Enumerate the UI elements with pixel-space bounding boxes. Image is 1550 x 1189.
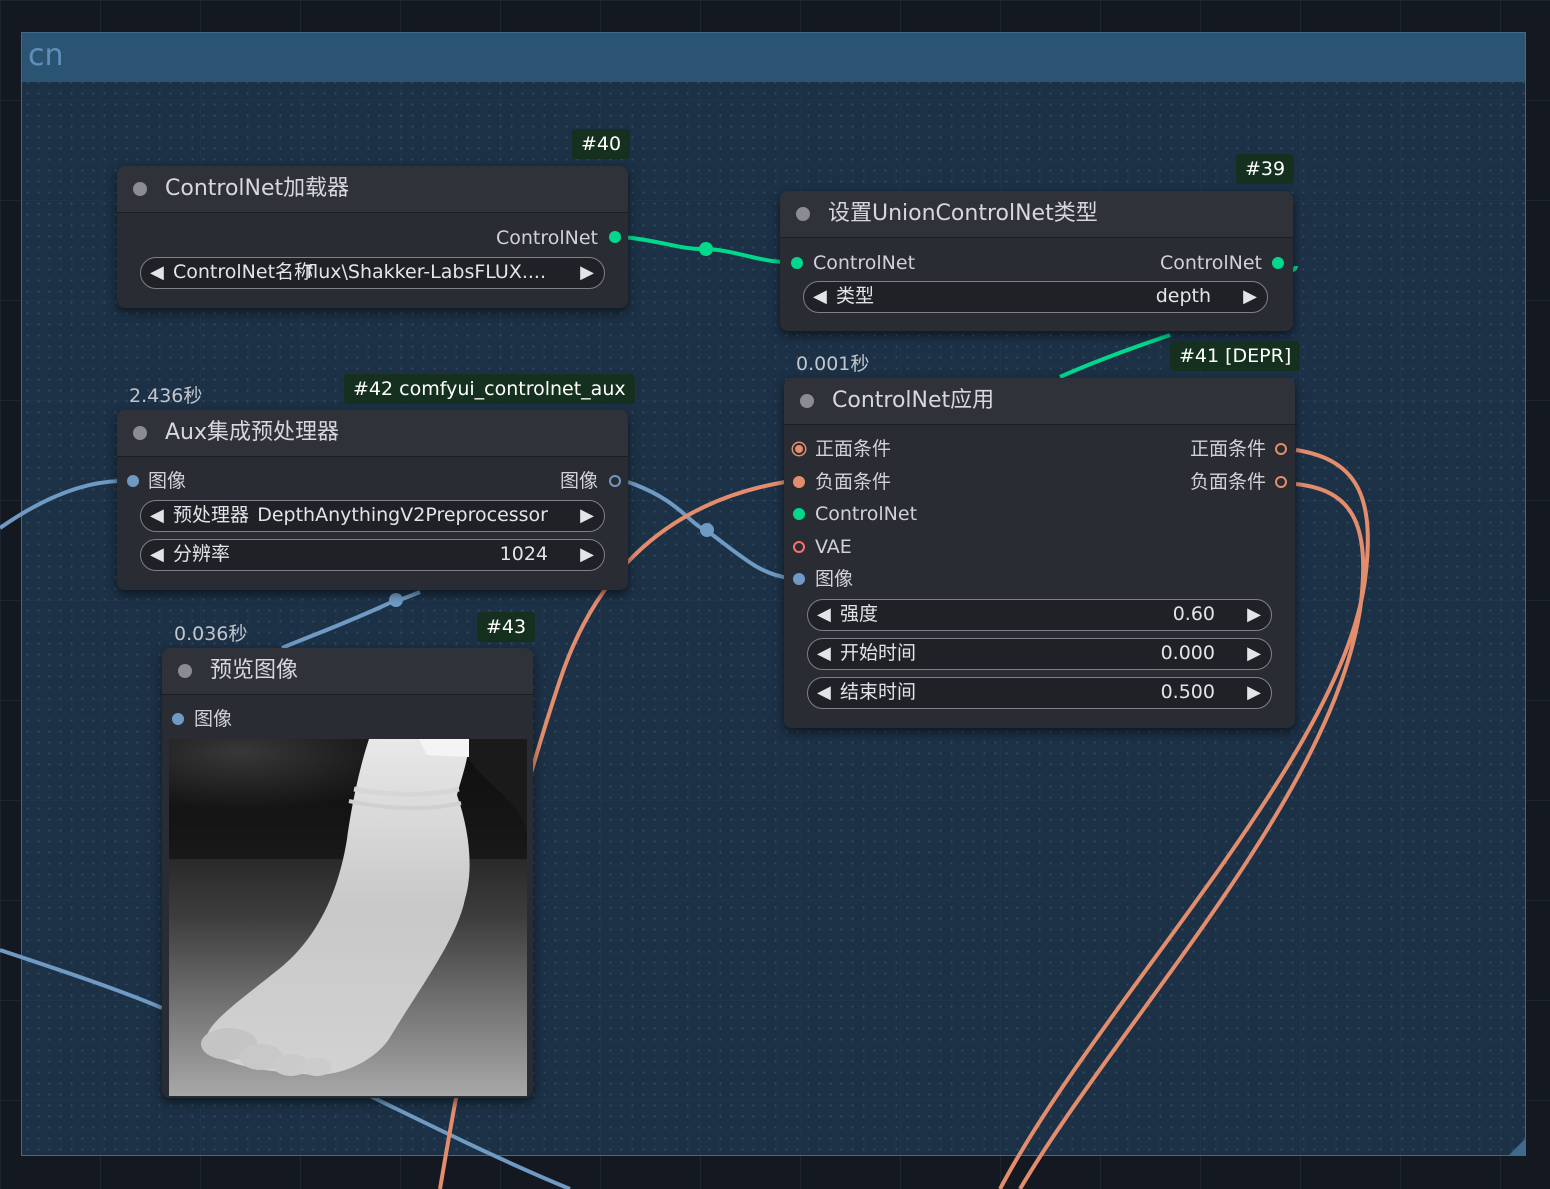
node-header[interactable]: ControlNet应用 — [784, 378, 1295, 425]
node-set-union-controlnet-type[interactable]: 设置UnionControlNet类型 ControlNet ControlNe… — [780, 191, 1293, 331]
collapse-dot-icon[interactable] — [800, 394, 814, 408]
node-header[interactable]: ControlNet加载器 — [117, 166, 628, 213]
node-title: 设置UnionControlNet类型 — [828, 201, 1098, 226]
output-label-positive: 正面条件 — [1189, 438, 1266, 460]
decrement-arrow-icon[interactable]: ◀ — [150, 258, 164, 287]
increment-arrow-icon[interactable]: ▶ — [580, 540, 594, 569]
output-port-image[interactable] — [609, 475, 621, 487]
collapse-dot-icon[interactable] — [178, 664, 192, 678]
output-label-controlnet: ControlNet — [495, 227, 598, 249]
node-aux-preprocessor[interactable]: Aux集成预处理器 图像 图像 ◀ 预处理器 DepthAnythingV2Pr… — [117, 410, 628, 590]
node-id-badge: #43 — [477, 612, 536, 642]
input-port-image[interactable] — [127, 475, 139, 487]
input-label-image: 图像 — [194, 708, 233, 730]
wire-image-in-42 — [0, 479, 121, 530]
node-title: ControlNet应用 — [832, 388, 995, 413]
wire-image-left-bottom — [0, 948, 163, 1010]
number-end-percent[interactable]: ◀ 结束时间 0.500 ▶ — [807, 677, 1272, 709]
node-title: Aux集成预处理器 — [165, 420, 340, 445]
increment-arrow-icon[interactable]: ▶ — [1247, 678, 1261, 707]
widget-value: 0.000 — [1160, 642, 1215, 664]
node-preview-image[interactable]: 预览图像 图像 — [162, 648, 533, 1098]
output-port-negative[interactable] — [1275, 476, 1287, 488]
collapse-dot-icon[interactable] — [133, 182, 147, 196]
input-label-image: 图像 — [815, 568, 854, 590]
depth-preview-image[interactable] — [169, 739, 527, 1096]
decrement-arrow-icon[interactable]: ◀ — [150, 501, 164, 530]
widget-label: ControlNet名称 — [173, 261, 314, 283]
widget-value: 0.60 — [1172, 603, 1215, 625]
combo-type[interactable]: ◀ 类型 depth ▶ — [803, 281, 1268, 313]
widget-value: 1024 — [499, 543, 548, 565]
widget-value: flux\Shakker-LabsFLUX.... — [306, 261, 546, 283]
increment-arrow-icon[interactable]: ▶ — [580, 258, 594, 287]
input-port-positive[interactable] — [793, 443, 805, 455]
execution-time: 0.001秒 — [796, 353, 870, 375]
widget-value: 0.500 — [1160, 681, 1215, 703]
increment-arrow-icon[interactable]: ▶ — [1243, 282, 1257, 311]
execution-time: 0.036秒 — [174, 623, 248, 645]
node-id-badge: #42 comfyui_controlnet_aux — [344, 374, 635, 404]
input-label-negative: 负面条件 — [815, 471, 892, 493]
combo-preprocessor[interactable]: ◀ 预处理器 DepthAnythingV2Preprocessor ▶ — [140, 500, 605, 532]
wire-midpoint[interactable] — [699, 242, 713, 256]
widget-label: 强度 — [840, 603, 879, 625]
widget-label: 开始时间 — [840, 642, 917, 664]
wire-midpoint[interactable] — [389, 593, 403, 607]
widget-value: DepthAnythingV2Preprocessor — [257, 504, 548, 526]
node-id-badge: #41 [DEPR] — [1170, 341, 1301, 371]
widget-label: 分辨率 — [173, 543, 231, 565]
node-header[interactable]: 预览图像 — [162, 648, 533, 695]
input-label-vae: VAE — [815, 536, 852, 558]
input-label-image: 图像 — [148, 470, 187, 492]
decrement-arrow-icon[interactable]: ◀ — [150, 540, 164, 569]
widget-label: 类型 — [836, 285, 875, 307]
widget-value: depth — [1155, 285, 1211, 307]
input-port-vae[interactable] — [793, 541, 805, 553]
collapse-dot-icon[interactable] — [796, 207, 810, 221]
collapse-dot-icon[interactable] — [133, 426, 147, 440]
input-port-controlnet[interactable] — [791, 257, 803, 269]
input-port-controlnet[interactable] — [793, 508, 805, 520]
decrement-arrow-icon[interactable]: ◀ — [817, 600, 831, 629]
combo-controlnet-name[interactable]: ◀ ControlNet名称 flux\Shakker-LabsFLUX....… — [140, 257, 605, 289]
input-label-controlnet: ControlNet — [813, 252, 916, 274]
node-header[interactable]: 设置UnionControlNet类型 — [780, 191, 1293, 238]
output-label-controlnet: ControlNet — [1159, 252, 1262, 274]
number-resolution[interactable]: ◀ 分辨率 1024 ▶ — [140, 539, 605, 571]
input-label-controlnet: ControlNet — [815, 503, 918, 525]
increment-arrow-icon[interactable]: ▶ — [580, 501, 594, 530]
wire-image-bottom — [369, 1094, 571, 1189]
number-strength[interactable]: ◀ 强度 0.60 ▶ — [807, 599, 1272, 631]
output-port-controlnet[interactable] — [609, 231, 621, 243]
number-start-percent[interactable]: ◀ 开始时间 0.000 ▶ — [807, 638, 1272, 670]
node-id-badge: #39 — [1236, 154, 1295, 184]
increment-arrow-icon[interactable]: ▶ — [1247, 600, 1261, 629]
node-header[interactable]: Aux集成预处理器 — [117, 410, 628, 457]
widget-label: 结束时间 — [840, 681, 917, 703]
output-port-positive[interactable] — [1275, 443, 1287, 455]
node-controlnet-apply[interactable]: ControlNet应用 正面条件 负面条件 ControlNet VAE 图像… — [784, 378, 1295, 728]
output-port-controlnet[interactable] — [1272, 257, 1284, 269]
wire-midpoint[interactable] — [700, 523, 714, 537]
input-port-negative[interactable] — [793, 476, 805, 488]
output-label-image: 图像 — [559, 470, 598, 492]
increment-arrow-icon[interactable]: ▶ — [1247, 639, 1261, 668]
input-port-image[interactable] — [172, 713, 184, 725]
widget-label: 预处理器 — [173, 504, 250, 526]
output-label-negative: 负面条件 — [1189, 471, 1266, 493]
input-port-image[interactable] — [793, 573, 805, 585]
node-controlnet-loader[interactable]: ControlNet加载器 ControlNet ◀ ControlNet名称 … — [117, 166, 628, 308]
input-label-positive: 正面条件 — [815, 438, 892, 460]
node-title: ControlNet加载器 — [165, 176, 350, 201]
depth-map-foot-shape — [169, 739, 527, 1076]
execution-time: 2.436秒 — [129, 385, 203, 407]
decrement-arrow-icon[interactable]: ◀ — [813, 282, 827, 311]
node-title: 预览图像 — [210, 658, 299, 683]
node-id-badge: #40 — [572, 129, 631, 159]
decrement-arrow-icon[interactable]: ◀ — [817, 639, 831, 668]
decrement-arrow-icon[interactable]: ◀ — [817, 678, 831, 707]
